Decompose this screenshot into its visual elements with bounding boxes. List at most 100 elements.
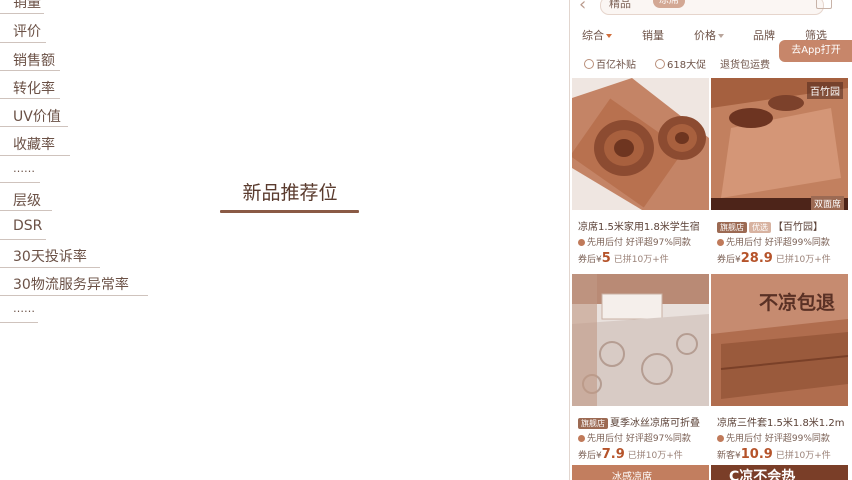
rating-label: 好评超97%同款 [625, 434, 691, 444]
divider [0, 322, 38, 323]
sort-brand[interactable]: 品牌 [753, 27, 775, 43]
filter-chip[interactable]: 百亿补贴 [584, 56, 636, 71]
metric-item: …… [13, 162, 35, 175]
divider [0, 267, 100, 268]
product-meta: 先用后付 好评超99%同款 [717, 235, 830, 248]
product-title: 夏季冰丝凉席可折叠 [610, 418, 700, 429]
product-title: 【百竹园】 [773, 222, 823, 233]
price-value: 10.9 [740, 447, 773, 462]
search-input[interactable]: 精品 凉席 [600, 0, 824, 15]
select-badge: 优选 [749, 222, 771, 233]
product-image: 不凉包退 [711, 274, 848, 406]
center-title: 新品推荐位 [242, 182, 338, 204]
product-price-row: 券后¥28.9 已拼10万+件 [717, 251, 831, 266]
product-meta: 先用后付 好评超97%同款 [578, 235, 691, 248]
sort-sales[interactable]: 销量 [642, 27, 664, 43]
metric-item: 销售额 [13, 53, 55, 69]
filter-chip[interactable]: 退货包运费 [720, 56, 770, 71]
search-keyword-tag[interactable]: 凉席 [653, 0, 685, 8]
divider [0, 98, 60, 99]
pay-label: 先用后付 [587, 434, 624, 444]
pay-later-icon [717, 435, 724, 442]
divider [0, 42, 46, 43]
product-card[interactable]: 凉席1.5米家用1.8米学生宿 先用后付 好评超97%同款 券后¥5 已拼10万+… [572, 78, 709, 268]
metric-item: UV价值 [13, 109, 61, 125]
image-tag: 双面席 [811, 196, 845, 210]
subsidy-icon [584, 59, 594, 69]
pay-later-icon [578, 435, 585, 442]
filter-chips: 百亿补贴 618大促 退货包运费 [570, 54, 852, 74]
price-value: 7.9 [601, 447, 625, 462]
pay-label: 先用后付 [726, 238, 763, 248]
metric-list: 销量 评价 销售额 转化率 UV价值 收藏率 …… 层级 DSR 30天投诉率 … [0, 0, 200, 480]
metric-item: DSR [13, 218, 43, 234]
product-image [572, 78, 709, 210]
sort-comprehensive[interactable]: 综合 [582, 27, 612, 43]
divider [0, 13, 44, 14]
divider [0, 126, 68, 127]
pay-later-icon [578, 239, 585, 246]
product-card-partial[interactable]: 冰感凉席 [572, 465, 709, 480]
pay-label: 先用后付 [726, 434, 763, 444]
price-prefix: 新客¥ [717, 451, 741, 461]
price-value: 5 [601, 251, 611, 266]
metric-item: 转化率 [13, 81, 55, 97]
product-card[interactable]: 旗舰店 夏季冰丝凉席可折叠 先用后付 好评超97%同款 券后¥7.9 已拼10万+件 [572, 274, 709, 464]
divider [0, 182, 40, 183]
metric-item: 30天投诉率 [13, 249, 87, 265]
search-bar: ‹ 精品 凉席 [570, 0, 852, 20]
metric-item: 层级 [13, 193, 41, 209]
sold-count: 已拼10万+件 [627, 451, 683, 461]
pay-later-icon [717, 239, 724, 246]
product-price-row: 券后¥7.9 已拼10万+件 [578, 447, 683, 462]
rating-label: 好评超99%同款 [764, 434, 830, 444]
caret-down-icon [718, 34, 724, 38]
product-price-row: 券后¥5 已拼10万+件 [578, 251, 669, 266]
product-card[interactable]: 不凉包退 凉席三件套1.5米1.8米1.2m 先用后付 好评超99%同款 新客¥… [711, 274, 848, 464]
promo-icon [655, 59, 665, 69]
brand-watermark: 百竹园 [807, 82, 843, 99]
caret-down-icon [606, 34, 612, 38]
flagship-badge: 旗舰店 [717, 222, 747, 233]
metric-item: 评价 [13, 24, 41, 40]
product-image [572, 274, 709, 406]
sort-price[interactable]: 价格 [694, 27, 724, 43]
price-prefix: 券后¥ [578, 255, 602, 265]
product-title-row: 旗舰店 优选 【百竹园】 [717, 218, 823, 233]
sort-label: 价格 [694, 29, 716, 42]
price-prefix: 券后¥ [578, 451, 602, 461]
back-icon[interactable]: ‹ [579, 0, 586, 15]
search-category[interactable]: 精品 [609, 0, 631, 11]
sort-label: 综合 [582, 29, 604, 42]
title-underline [220, 210, 359, 213]
bedroom-mat-image [572, 274, 709, 406]
phone-screen: ‹ 精品 凉席 综合 销量 价格 品牌 筛选 去App打开 百亿补贴 618大促… [569, 0, 852, 480]
filter-label: 618大促 [667, 60, 707, 71]
product-price-row: 新客¥10.9 已拼10万+件 [717, 447, 831, 462]
sold-count: 已拼10万+件 [613, 255, 669, 265]
camera-icon[interactable] [816, 0, 832, 9]
flagship-badge: 旗舰店 [578, 418, 608, 429]
filter-label: 百亿补贴 [596, 60, 636, 71]
product-card-partial[interactable]: C凉不会热 [711, 465, 848, 480]
partial-label: C凉不会热 [729, 469, 796, 480]
metric-item: 30物流服务异常率 [13, 277, 129, 293]
product-meta: 先用后付 好评超99%同款 [717, 431, 830, 444]
price-value: 28.9 [740, 251, 773, 266]
divider [0, 70, 60, 71]
product-title-row: 旗舰店 夏季冰丝凉席可折叠 [578, 414, 700, 429]
divider [0, 239, 46, 240]
metric-item: 销量 [13, 0, 41, 11]
divider [0, 295, 148, 296]
product-meta: 先用后付 好评超97%同款 [578, 431, 691, 444]
metric-item: 收藏率 [13, 137, 55, 153]
partial-label: 冰感凉席 [612, 472, 652, 480]
product-image: 百竹园 双面席 [711, 78, 848, 210]
image-slogan: 不凉包退 [759, 292, 836, 314]
filter-chip[interactable]: 618大促 [655, 56, 706, 71]
product-card[interactable]: 百竹园 双面席 旗舰店 优选 【百竹园】 先用后付 好评超99%同款 券后¥28.9… [711, 78, 848, 268]
rating-label: 好评超97%同款 [625, 238, 691, 248]
product-title: 凉席三件套1.5米1.8米1.2m [717, 418, 845, 429]
product-title: 凉席1.5米家用1.8米学生宿 [578, 222, 700, 233]
pay-label: 先用后付 [587, 238, 624, 248]
